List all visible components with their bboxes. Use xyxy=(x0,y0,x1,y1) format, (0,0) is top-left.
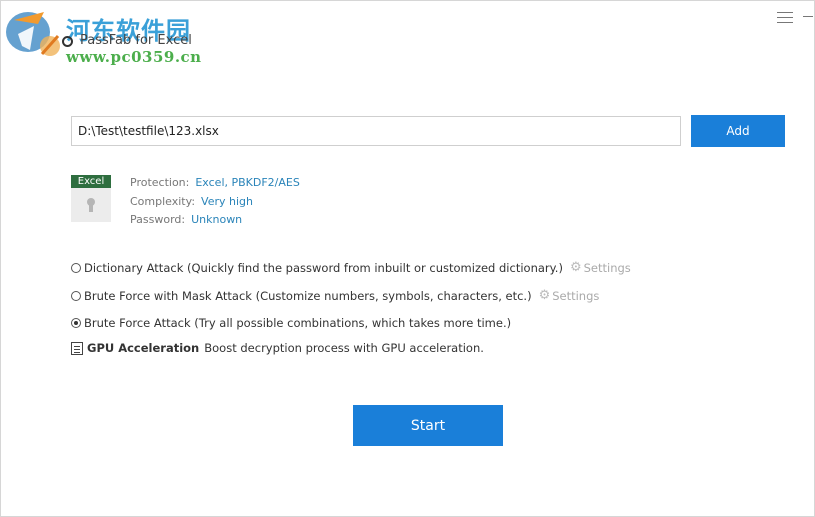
add-button[interactable]: Add xyxy=(691,115,785,147)
gear-icon[interactable]: ⚙ xyxy=(570,260,582,275)
brute-force-attack-label: Brute Force Attack (Try all possible com… xyxy=(84,316,512,330)
password-label: Password: xyxy=(130,213,186,226)
mask-attack-radio[interactable] xyxy=(71,290,81,301)
gpu-acceleration-title: GPU Acceleration xyxy=(87,341,200,355)
app-title: PassFab for Excel xyxy=(80,33,192,48)
mask-attack-label: Brute Force with Mask Attack (Customize … xyxy=(84,288,532,303)
dictionary-attack-label: Dictionary Attack (Quickly find the pass… xyxy=(84,260,563,275)
excel-badge: Excel xyxy=(71,175,111,188)
lock-icon xyxy=(87,198,95,212)
protection-row: Protection: Excel, PBKDF2/AES xyxy=(130,176,300,189)
gpu-checkbox-icon[interactable] xyxy=(71,341,83,355)
file-path-input[interactable] xyxy=(71,116,681,146)
watermark-url: www.pc0359.cn xyxy=(66,48,202,66)
protection-value: Excel, PBKDF2/AES xyxy=(195,176,300,189)
complexity-label: Complexity: xyxy=(130,195,196,208)
dictionary-attack-option[interactable]: Dictionary Attack (Quickly find the pass… xyxy=(71,260,631,275)
minimize-icon[interactable] xyxy=(803,16,813,17)
app-logo-icon xyxy=(62,36,73,47)
watermark-logo-icon xyxy=(6,12,60,56)
brute-force-attack-radio[interactable] xyxy=(71,318,81,328)
brute-force-attack-option[interactable]: Brute Force Attack (Try all possible com… xyxy=(71,316,511,330)
gpu-acceleration-option[interactable]: GPU Acceleration Boost decryption proces… xyxy=(71,341,484,355)
dictionary-attack-radio[interactable] xyxy=(71,262,81,273)
gear-icon[interactable]: ⚙ xyxy=(539,288,551,303)
hamburger-menu-icon[interactable] xyxy=(777,12,793,24)
mask-settings-link[interactable]: Settings xyxy=(552,289,599,303)
password-value: Unknown xyxy=(191,213,243,226)
start-button[interactable]: Start xyxy=(353,405,503,446)
dictionary-settings-link[interactable]: Settings xyxy=(584,261,631,275)
password-row: Password: Unknown xyxy=(130,213,242,226)
complexity-value: Very high xyxy=(201,195,253,208)
protection-label: Protection: xyxy=(130,176,190,189)
gpu-acceleration-description: Boost decryption process with GPU accele… xyxy=(204,341,484,355)
mask-attack-option[interactable]: Brute Force with Mask Attack (Customize … xyxy=(71,288,599,303)
file-thumbnail xyxy=(71,188,111,222)
complexity-row: Complexity: Very high xyxy=(130,195,253,208)
